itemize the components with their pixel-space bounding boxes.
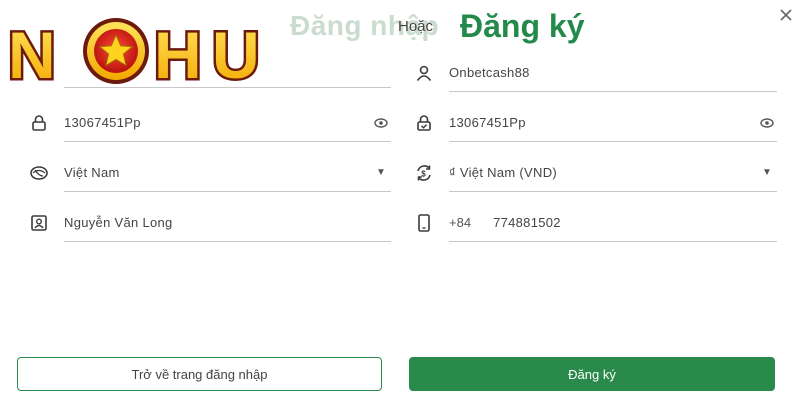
register-button[interactable]: Đăng ký xyxy=(409,357,775,391)
eye-icon[interactable] xyxy=(759,115,775,131)
id-card-icon xyxy=(26,210,52,236)
confirm-password-field[interactable] xyxy=(417,104,777,142)
password-field[interactable] xyxy=(32,104,391,142)
phone-country-code[interactable]: +84 xyxy=(449,215,471,230)
currency-value[interactable] xyxy=(449,165,759,180)
close-icon xyxy=(780,9,792,21)
country-value[interactable] xyxy=(64,165,373,180)
currency-select[interactable]: $ ▼ xyxy=(417,154,777,192)
phone-field[interactable]: +84 xyxy=(418,204,777,242)
eye-icon[interactable] xyxy=(373,115,389,131)
caret-down-icon[interactable]: ▼ xyxy=(373,165,389,181)
fullname-field[interactable] xyxy=(31,204,391,242)
svg-text:N: N xyxy=(8,18,56,90)
lock-check-icon xyxy=(411,110,437,136)
close-button[interactable] xyxy=(775,4,797,26)
tab-register[interactable]: Đăng ký xyxy=(460,8,584,45)
phone-input[interactable] xyxy=(493,215,777,230)
password-input[interactable] xyxy=(64,115,373,130)
globe-icon xyxy=(26,160,52,186)
caret-down-icon[interactable]: ▼ xyxy=(759,165,775,181)
svg-text:$: $ xyxy=(421,169,426,178)
or-text: Hoặc xyxy=(398,18,434,35)
username-field-left[interactable] xyxy=(64,50,391,88)
username-input-left[interactable] xyxy=(64,61,391,76)
fullname-input[interactable] xyxy=(64,215,391,230)
username-input[interactable] xyxy=(449,65,777,80)
country-select[interactable]: ▼ xyxy=(30,154,391,192)
back-to-login-button[interactable]: Trở về trang đăng nhập xyxy=(17,357,382,391)
lock-icon xyxy=(26,110,52,136)
currency-exchange-icon: $ xyxy=(411,160,437,186)
username-field[interactable] xyxy=(416,54,777,92)
confirm-password-input[interactable] xyxy=(449,115,759,130)
phone-icon xyxy=(411,210,437,236)
user-icon xyxy=(411,60,437,86)
